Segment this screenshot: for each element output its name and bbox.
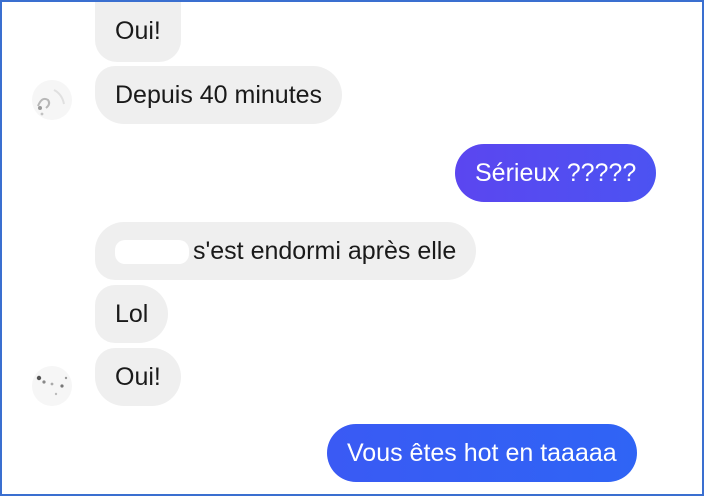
message-text: Oui! — [115, 363, 161, 391]
outgoing-message-bubble[interactable]: Sérieux ????? — [455, 144, 657, 202]
message-text: Lol — [115, 300, 149, 328]
contact-avatar-icon[interactable] — [30, 364, 74, 408]
message-text: s'est endormi après elle — [193, 237, 457, 265]
outgoing-message-bubble[interactable]: Vous êtes hot en taaaaa — [327, 424, 637, 482]
chat-screenshot-frame: Oui! Depuis 40 minutes Sérieux ????? s'e… — [0, 0, 704, 496]
redacted-name — [115, 240, 189, 265]
message-text: Depuis 40 minutes — [115, 81, 323, 109]
incoming-message-bubble[interactable]: Oui! — [95, 2, 181, 62]
incoming-message-bubble[interactable]: Lol — [95, 285, 169, 343]
incoming-message-bubble[interactable]: s'est endormi après elle — [95, 222, 477, 280]
message-text: Sérieux ????? — [475, 159, 637, 187]
incoming-message-bubble[interactable]: Oui! — [95, 348, 181, 406]
message-text: Oui! — [115, 17, 161, 45]
message-text: Vous êtes hot en taaaaa — [347, 439, 617, 467]
contact-avatar-icon[interactable] — [30, 78, 74, 122]
incoming-message-bubble[interactable]: Depuis 40 minutes — [95, 66, 343, 124]
